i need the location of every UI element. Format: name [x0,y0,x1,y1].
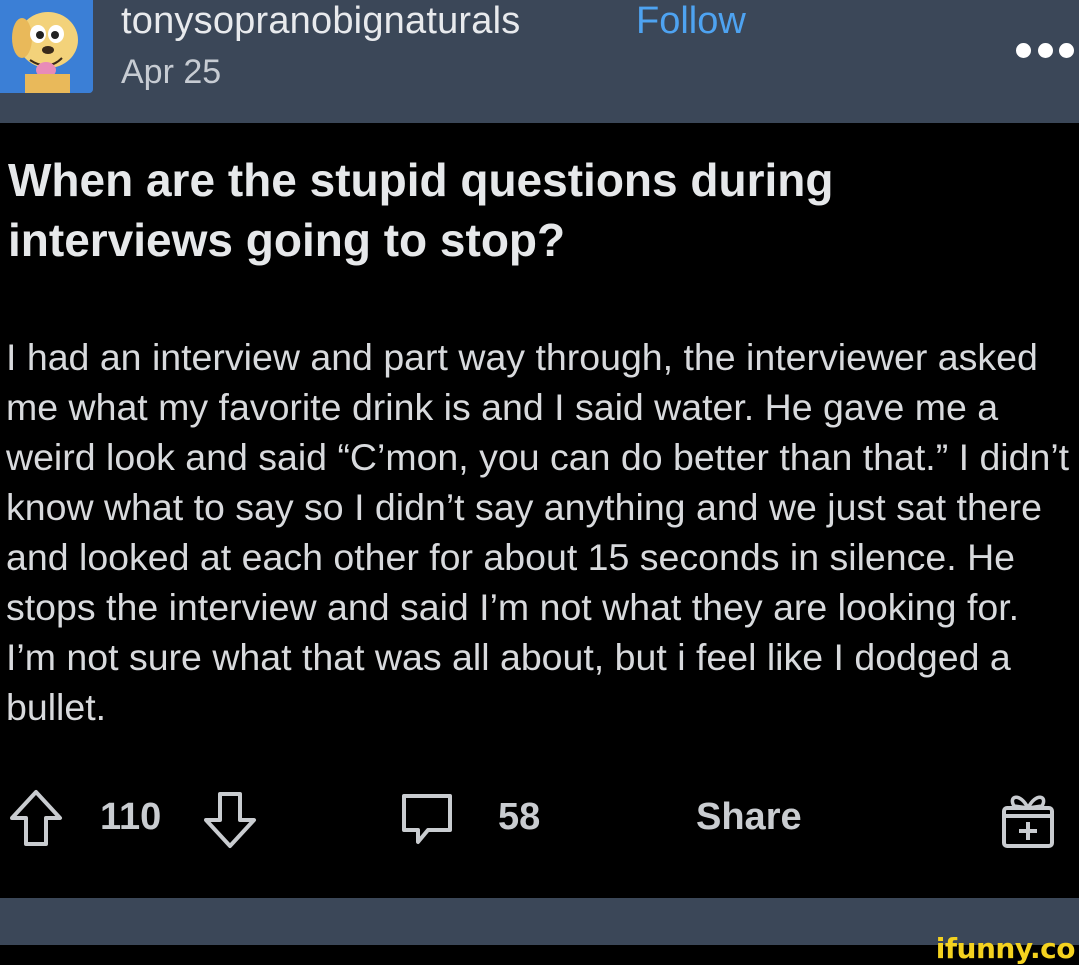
username[interactable]: tonysopranobignaturals [121,0,520,43]
downvote-button[interactable] [202,790,258,850]
more-dot [1037,42,1053,58]
post-date: Apr 25 [121,53,222,91]
award-button[interactable] [1000,786,1056,850]
post-body: I had an interview and part way through,… [6,336,1070,728]
avatar[interactable] [0,0,93,93]
post-title: When are the stupid questions during int… [8,154,834,266]
ifunny-watermark: ifunny.co [935,932,1076,965]
upvote-arrow-icon [10,790,62,846]
comment-count: 58 [498,796,541,838]
share-button[interactable]: Share [696,796,802,839]
follow-button[interactable]: Follow [636,0,746,43]
comment-button[interactable] [398,790,456,850]
post-actions-bar: 110 58 Share [0,780,1079,860]
more-dot [1016,42,1031,58]
comment-bubble-icon [402,794,452,844]
upvote-button[interactable] [8,788,64,848]
footer-band [0,898,1079,945]
cartoon-dog-avatar-icon [0,0,93,93]
downvote-arrow-icon [204,792,256,848]
upvote-count: 110 [100,796,162,838]
more-dot [1059,42,1074,58]
award-gift-icon [1002,795,1054,848]
post-header: tonysopranobignaturals Follow Apr 25 [0,0,1079,123]
more-options-icon[interactable] [1016,40,1074,60]
